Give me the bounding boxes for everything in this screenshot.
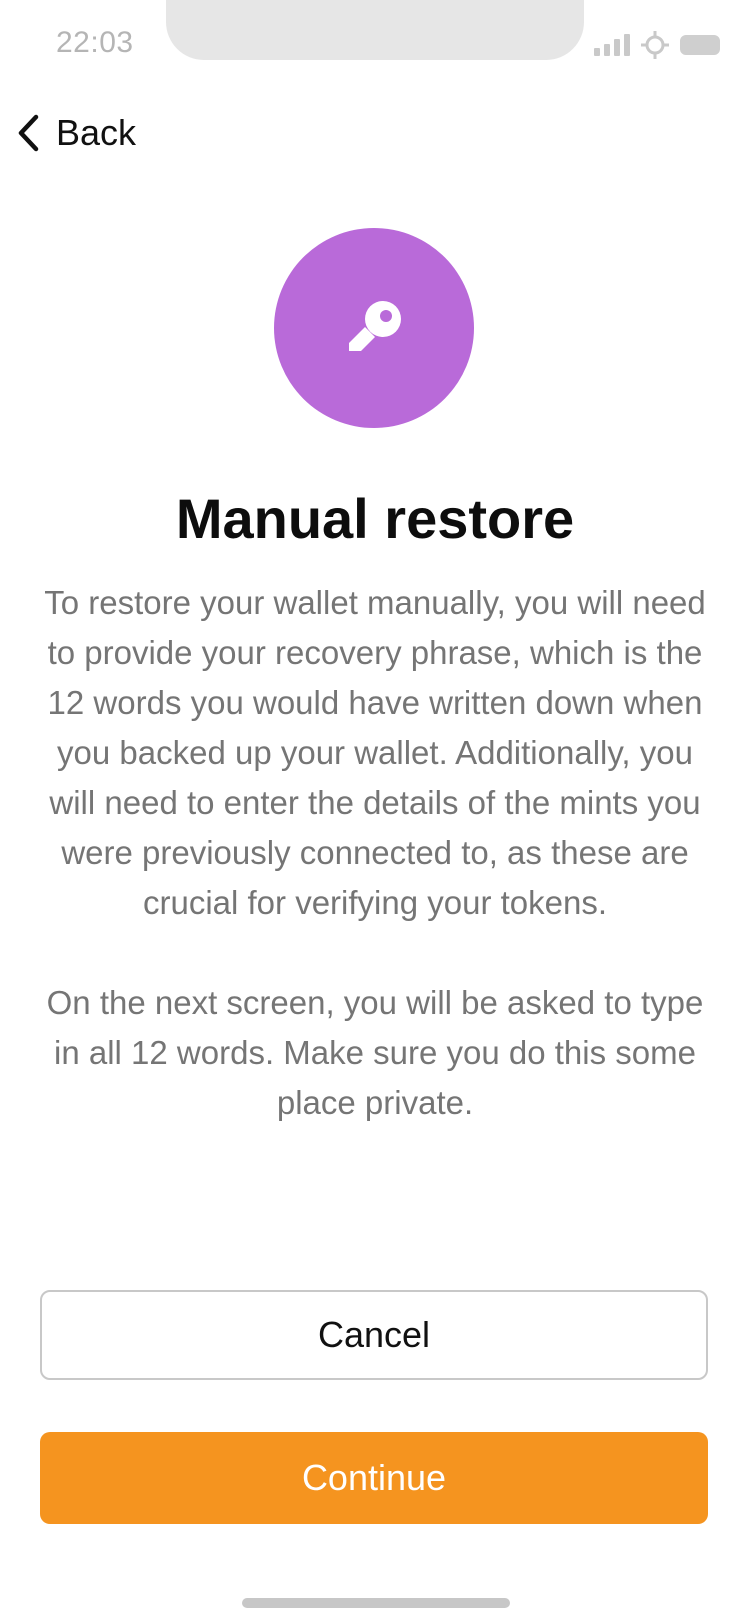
description-paragraph-2: On the next screen, you will be asked to…	[46, 984, 704, 1121]
continue-button-label: Continue	[301, 1457, 447, 1498]
cellular-signal-icon	[594, 34, 630, 56]
cancel-button-label: Cancel	[317, 1314, 431, 1355]
chevron-left-icon	[18, 114, 39, 152]
status-bar: 22:03	[0, 0, 750, 90]
hero-icon-circle	[274, 228, 474, 428]
back-button[interactable]: Back	[16, 108, 136, 158]
continue-button[interactable]: Continue	[40, 1432, 708, 1524]
description-paragraph-1: To restore your wallet manually, you wil…	[44, 584, 706, 921]
battery-icon	[680, 35, 720, 55]
page-title: Manual restore	[175, 487, 575, 550]
device-notch	[166, 0, 584, 60]
description: To restore your wallet manually, you wil…	[40, 578, 710, 1128]
status-time: 22:03	[56, 26, 134, 59]
status-icons	[594, 30, 720, 60]
back-label: Back	[56, 112, 137, 153]
key-icon	[349, 301, 401, 351]
home-indicator[interactable]	[242, 1598, 510, 1608]
cancel-button[interactable]: Cancel	[40, 1290, 708, 1380]
location-crosshair-icon	[641, 31, 669, 59]
